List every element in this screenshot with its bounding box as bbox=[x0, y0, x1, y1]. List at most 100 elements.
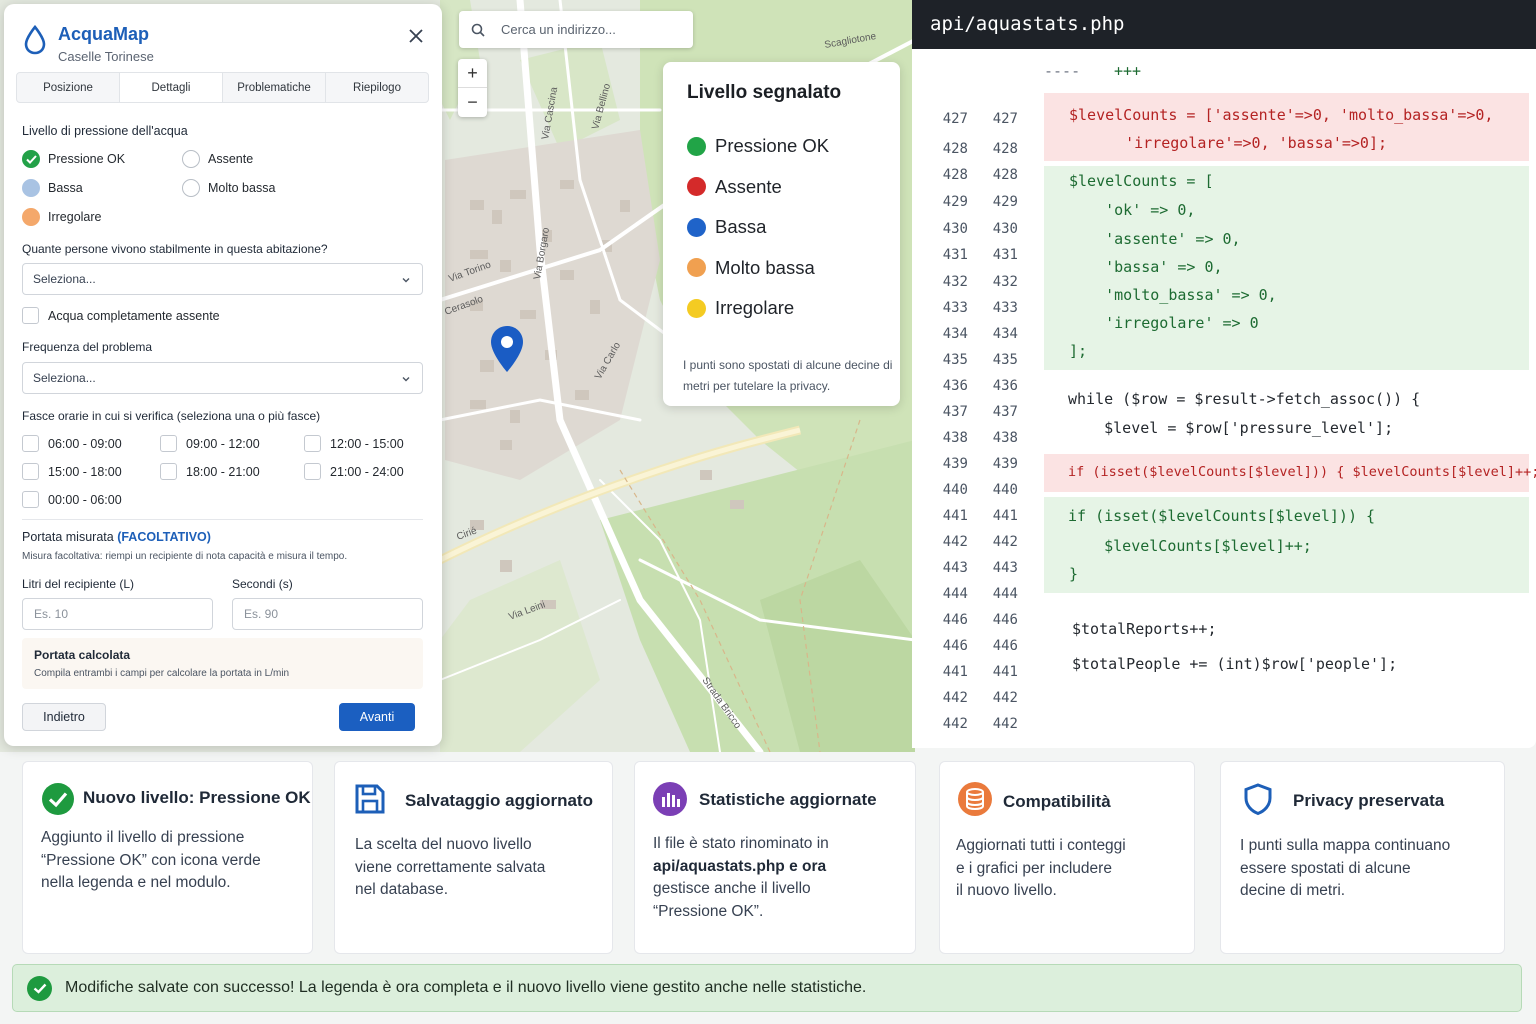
code-line: 'assente' => 0, bbox=[1069, 230, 1241, 248]
radio-bassa[interactable]: Bassa bbox=[22, 179, 83, 197]
code-line: $levelCounts[$level]++; bbox=[1068, 537, 1312, 555]
database-icon bbox=[958, 782, 992, 816]
tab-dettagli[interactable]: Dettagli bbox=[120, 73, 223, 102]
check-circle-icon bbox=[27, 975, 52, 1001]
radio-pressione-ok[interactable]: Pressione OK bbox=[22, 150, 125, 168]
zoom-out-button[interactable]: − bbox=[458, 88, 487, 117]
calc-title: Portata calcolata bbox=[34, 648, 131, 662]
card-title: Privacy preservata bbox=[1293, 791, 1445, 810]
pressure-label: Livello di pressione dell'acqua bbox=[22, 124, 188, 138]
legend-item-irregolare: Irregolare bbox=[687, 288, 900, 329]
line-number: 441 bbox=[942, 508, 968, 524]
report-form-panel: AcquaMap Caselle Torinese Posizione Dett… bbox=[4, 4, 442, 746]
flow-hint: Misura facoltativa: riempi un recipiente… bbox=[22, 551, 348, 562]
line-number: 442 bbox=[992, 690, 1018, 706]
code-file-title: api/aquastats.php bbox=[912, 0, 1536, 49]
success-message: Modifiche salvate con successo! La legen… bbox=[65, 979, 867, 996]
liters-input[interactable]: Es. 10 bbox=[22, 598, 213, 630]
legend-dot bbox=[687, 217, 706, 237]
code-line: $totalReports++; bbox=[1072, 620, 1217, 638]
card-text: I punti sulla mappa continuano essere sp… bbox=[1240, 837, 1451, 899]
radio-irregolare[interactable]: Irregolare bbox=[22, 208, 102, 226]
line-number: 438 bbox=[992, 430, 1018, 446]
radio-molto-bassa[interactable]: Molto bassa bbox=[182, 179, 275, 197]
water-drop-icon bbox=[24, 25, 46, 55]
legend-privacy-note: I punti sono spostati di alcune decine d… bbox=[683, 357, 893, 393]
line-number: 428 bbox=[942, 141, 968, 157]
card-text: Aggiornati tutti i conteggi e i grafici … bbox=[956, 837, 1126, 899]
code-line: } bbox=[1069, 565, 1079, 583]
line-number: 439 bbox=[992, 456, 1018, 472]
line-number: 431 bbox=[942, 247, 968, 263]
slot-checkbox[interactable]: 09:00 - 12:00 bbox=[160, 435, 260, 452]
line-number: 441 bbox=[992, 664, 1018, 680]
back-button[interactable]: Indietro bbox=[22, 703, 106, 731]
line-number: 427 bbox=[942, 111, 968, 127]
seconds-label: Secondi (s) bbox=[232, 577, 293, 591]
card-text: Il file è stato rinominato in api/aquast… bbox=[653, 835, 829, 920]
card-new-level: Nuovo livello: Pressione OK Aggiunto il … bbox=[22, 761, 313, 954]
radio-assente[interactable]: Assente bbox=[182, 150, 253, 168]
line-number: 442 bbox=[942, 534, 968, 550]
chevron-down-icon bbox=[402, 278, 410, 283]
line-number: 440 bbox=[992, 482, 1018, 498]
line-number: 442 bbox=[992, 534, 1018, 550]
app-title: AcquaMap bbox=[58, 24, 150, 44]
check-circle-icon bbox=[42, 783, 74, 815]
slot-checkbox[interactable]: 06:00 - 09:00 bbox=[22, 435, 122, 452]
slot-checkbox[interactable]: 15:00 - 18:00 bbox=[22, 463, 122, 480]
slot-checkbox[interactable]: 21:00 - 24:00 bbox=[304, 463, 404, 480]
tab-problematiche[interactable]: Problematiche bbox=[223, 73, 326, 102]
app-subtitle: Caselle Torinese bbox=[58, 49, 154, 64]
search-placeholder: Cerca un indirizzo... bbox=[501, 22, 616, 37]
map-pin-icon[interactable] bbox=[490, 325, 524, 373]
line-number: 446 bbox=[942, 612, 968, 628]
legend-item-ok: Pressione OK bbox=[687, 126, 900, 167]
shield-icon bbox=[1244, 783, 1272, 816]
line-number: 429 bbox=[942, 194, 968, 210]
next-button[interactable]: Avanti bbox=[339, 703, 415, 731]
code-line: 'ok' => 0, bbox=[1069, 201, 1196, 219]
line-number: 433 bbox=[992, 300, 1018, 316]
zoom-in-button[interactable]: + bbox=[458, 59, 487, 88]
slot-checkbox[interactable]: 12:00 - 15:00 bbox=[304, 435, 404, 452]
line-number: 442 bbox=[942, 716, 968, 732]
line-number: 441 bbox=[942, 664, 968, 680]
card-title: Nuovo livello: Pressione OK bbox=[83, 788, 311, 807]
frequency-select[interactable]: Seleziona... bbox=[22, 362, 423, 394]
absent-water-checkbox[interactable]: Acqua completamente assente bbox=[22, 307, 220, 324]
liters-label: Litri del recipiente (L) bbox=[22, 577, 135, 591]
people-select[interactable]: Seleziona... bbox=[22, 263, 423, 295]
card-text: La scelta del nuovo livello viene corret… bbox=[355, 836, 546, 898]
tab-riepilogo[interactable]: Riepilogo bbox=[326, 73, 428, 102]
people-label: Quante persone vivono stabilmente in que… bbox=[22, 242, 328, 256]
app-brand: AcquaMap Caselle Torinese bbox=[24, 24, 154, 64]
code-line: 'irregolare'=>0, 'bassa'=>0]; bbox=[1089, 134, 1388, 152]
line-number: 437 bbox=[942, 404, 968, 420]
line-number: 439 bbox=[942, 456, 968, 472]
zoom-control: + − bbox=[458, 59, 487, 117]
card-title: Compatibilità bbox=[1003, 792, 1111, 811]
line-number: 442 bbox=[992, 716, 1018, 732]
map-search-input[interactable]: Cerca un indirizzo... bbox=[459, 11, 693, 48]
calc-hint: Compila entrambi i campi per calcolare l… bbox=[34, 668, 290, 679]
calculated-flow-box: Portata calcolata Compila entrambi i cam… bbox=[22, 638, 423, 689]
line-number: 444 bbox=[992, 586, 1018, 602]
slots-label: Fasce orarie in cui si verifica (selezio… bbox=[22, 409, 321, 423]
seconds-input[interactable]: Es. 90 bbox=[232, 598, 423, 630]
code-line: 'molto_bassa' => 0, bbox=[1069, 286, 1277, 304]
close-icon[interactable] bbox=[408, 28, 424, 44]
card-title: Salvataggio aggiornato bbox=[405, 791, 593, 810]
line-number: 436 bbox=[992, 378, 1018, 394]
card-stats: Statistiche aggiornate Il file è stato r… bbox=[634, 761, 916, 954]
slot-checkbox[interactable]: 18:00 - 21:00 bbox=[160, 463, 260, 480]
optional-badge: (FACOLTATIVO) bbox=[117, 530, 211, 544]
slot-checkbox[interactable]: 00:00 - 06:00 bbox=[22, 491, 122, 508]
code-line: $totalPeople += (int)$row['people']; bbox=[1072, 655, 1398, 673]
legend-item-molto-bassa: Molto bassa bbox=[687, 248, 900, 289]
line-number: 434 bbox=[992, 326, 1018, 342]
line-number: 446 bbox=[992, 638, 1018, 654]
tab-posizione[interactable]: Posizione bbox=[17, 73, 120, 102]
code-diff-panel: api/aquastats.php 427 427 428 428 428 428 429 4… bbox=[912, 0, 1536, 748]
line-number: 427 bbox=[992, 111, 1018, 127]
